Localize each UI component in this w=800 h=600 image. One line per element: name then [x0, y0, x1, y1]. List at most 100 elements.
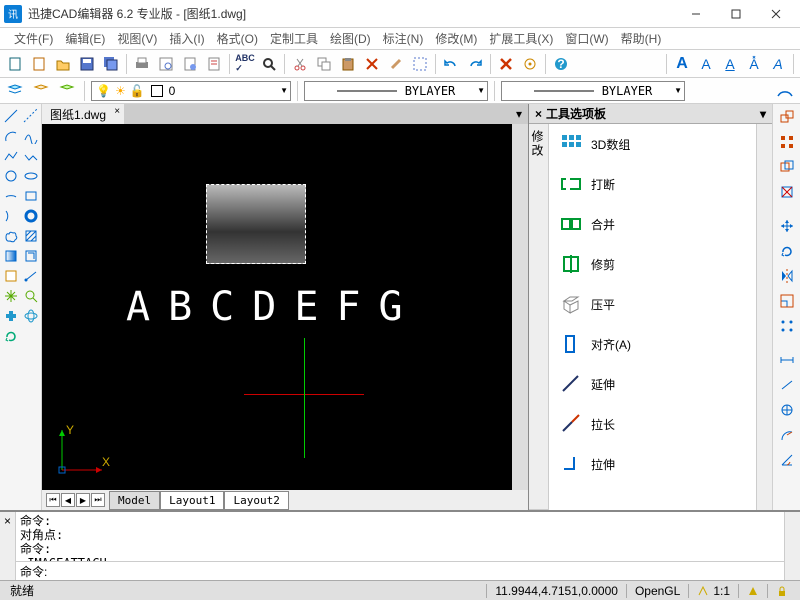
close-button[interactable] [756, 2, 796, 26]
points-icon[interactable] [776, 315, 798, 337]
arc2-icon[interactable] [1, 206, 21, 226]
print-preview-icon[interactable] [155, 53, 177, 75]
gradient-icon[interactable] [1, 246, 21, 266]
text-style-a-icon[interactable]: A [671, 53, 693, 75]
tab-first-icon[interactable]: ⏮ [46, 493, 60, 507]
array-icon[interactable] [776, 131, 798, 153]
status-annovis[interactable] [738, 584, 767, 598]
pan-rt-icon[interactable] [1, 306, 21, 326]
xline-icon[interactable] [21, 106, 41, 126]
menu-modify[interactable]: 修改(M) [429, 28, 483, 49]
menu-insert[interactable]: 插入(I) [163, 28, 210, 49]
offset-icon[interactable] [776, 156, 798, 178]
ray-icon[interactable] [21, 266, 41, 286]
layout-tab-model[interactable]: Model [109, 491, 160, 510]
mirror-icon[interactable] [776, 265, 798, 287]
arc-3d-icon[interactable] [774, 80, 796, 102]
new-icon[interactable] [4, 53, 26, 75]
circle-icon[interactable] [1, 166, 21, 186]
canvas-scroll-v[interactable] [512, 124, 528, 490]
layer-states-icon[interactable] [56, 80, 78, 102]
ellipse-arc-icon[interactable] [1, 186, 21, 206]
file-tab-active[interactable]: 图纸1.dwg × [42, 104, 124, 125]
erase-icon[interactable] [776, 181, 798, 203]
dim-aligned-icon[interactable] [776, 374, 798, 396]
tab-prev-icon[interactable]: ◀ [61, 493, 75, 507]
menu-draw[interactable]: 绘图(D) [324, 28, 377, 49]
side-tab-modify[interactable]: 修改 [529, 124, 548, 510]
layer-manager-icon[interactable] [4, 80, 26, 102]
close-icon[interactable]: × [114, 106, 120, 117]
palette-close-icon[interactable]: × [535, 107, 542, 121]
page-setup-icon[interactable] [179, 53, 201, 75]
polyline3d-icon[interactable] [21, 146, 41, 166]
saveall-icon[interactable] [100, 53, 122, 75]
menu-window[interactable]: 窗口(W) [559, 28, 614, 49]
matchprop-icon[interactable] [385, 53, 407, 75]
palette-item-break[interactable]: 打断 [549, 164, 756, 204]
ellipse-icon[interactable] [21, 166, 41, 186]
menu-custom-tools[interactable]: 定制工具 [264, 28, 324, 49]
delete-icon[interactable] [361, 53, 383, 75]
line-icon[interactable] [1, 106, 21, 126]
rectangle-icon[interactable] [21, 186, 41, 206]
move-icon[interactable] [776, 215, 798, 237]
dim-center-icon[interactable] [776, 399, 798, 421]
pan-icon[interactable] [1, 286, 21, 306]
menu-extend[interactable]: 扩展工具(X) [483, 28, 559, 49]
palette-item-trim[interactable]: 修剪 [549, 244, 756, 284]
zoom-icon[interactable] [21, 286, 41, 306]
text-scale-icon[interactable]: A [767, 53, 789, 75]
palette-menu-icon[interactable]: ▾ [760, 107, 766, 121]
attached-image[interactable] [206, 184, 306, 264]
new-dwg-icon[interactable] [28, 53, 50, 75]
palette-item-3darray[interactable]: 3D数组 [549, 124, 756, 164]
dim-angular-icon[interactable] [776, 449, 798, 471]
palette-scroll[interactable] [756, 124, 772, 510]
copy-icon[interactable] [313, 53, 335, 75]
copy-obj-icon[interactable] [776, 106, 798, 128]
spellcheck-icon[interactable]: ABC✓ [234, 53, 256, 75]
cut-icon[interactable] [289, 53, 311, 75]
paste-icon[interactable] [337, 53, 359, 75]
dim-linear-icon[interactable] [776, 349, 798, 371]
scale-icon[interactable] [776, 290, 798, 312]
tab-last-icon[interactable]: ⏭ [91, 493, 105, 507]
palette-item-join[interactable]: 合并 [549, 204, 756, 244]
menu-view[interactable]: 视图(V) [111, 28, 163, 49]
layout-tab-1[interactable]: Layout1 [160, 491, 224, 510]
minimize-button[interactable] [676, 2, 716, 26]
palette-item-flatten[interactable]: 压平 [549, 284, 756, 324]
polyline-icon[interactable] [1, 146, 21, 166]
status-annoscale[interactable]: 1:1 [688, 584, 738, 598]
print-icon[interactable] [131, 53, 153, 75]
boundary-icon[interactable] [21, 246, 41, 266]
help-icon[interactable]: ? [550, 53, 572, 75]
layer-prev-icon[interactable] [30, 80, 52, 102]
maximize-button[interactable] [716, 2, 756, 26]
palette-item-stretch[interactable]: 拉伸 [549, 444, 756, 484]
palette-header[interactable]: × 工具选项板 ▾ [529, 104, 772, 124]
status-lock[interactable] [767, 584, 796, 598]
menu-help[interactable]: 帮助(H) [615, 28, 668, 49]
menu-format[interactable]: 格式(O) [211, 28, 264, 49]
tabs-menu-icon[interactable]: ▾ [510, 107, 528, 121]
menu-edit[interactable]: 编辑(E) [59, 28, 111, 49]
menu-dimension[interactable]: 标注(N) [377, 28, 430, 49]
tab-next-icon[interactable]: ▶ [76, 493, 90, 507]
linetype-combo-1[interactable]: BYLAYER ▼ [304, 81, 488, 101]
cmd-close-icon[interactable]: × [0, 512, 16, 580]
text-style-a2-icon[interactable]: A [695, 53, 717, 75]
audit-icon[interactable] [203, 53, 225, 75]
save-icon[interactable] [76, 53, 98, 75]
entity-delete-icon[interactable] [495, 53, 517, 75]
revcloud-icon[interactable] [1, 226, 21, 246]
undo-icon[interactable] [440, 53, 462, 75]
wipeout-icon[interactable] [1, 266, 21, 286]
linetype-combo-2[interactable]: BYLAYER ▼ [501, 81, 685, 101]
open-icon[interactable] [52, 53, 74, 75]
hatch-icon[interactable] [21, 226, 41, 246]
palette-item-extend[interactable]: 延伸 [549, 364, 756, 404]
arc-icon[interactable] [1, 126, 21, 146]
rotate-icon[interactable] [776, 240, 798, 262]
